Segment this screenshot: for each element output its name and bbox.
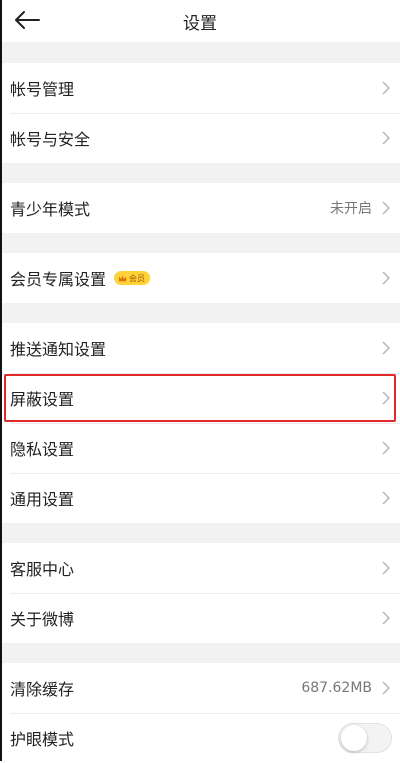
item-label: 屏蔽设置: [10, 390, 75, 409]
back-button[interactable]: [10, 6, 44, 34]
item-label: 青少年模式: [10, 200, 91, 219]
block-settings-item[interactable]: 屏蔽设置: [0, 373, 400, 423]
chevron-right-icon: [382, 561, 390, 575]
chevron-right-icon: [382, 681, 390, 695]
item-label: 通用设置: [10, 490, 75, 509]
settings-page: 设置 帐号管理 帐号与安全 青少年模式 未开启 会员专属设置 会员 推送通知设置…: [0, 0, 400, 763]
teen-mode-item[interactable]: 青少年模式 未开启: [0, 183, 400, 233]
item-label: 帐号与安全: [10, 130, 91, 149]
notification-privacy-group: 推送通知设置 屏蔽设置 隐私设置 通用设置: [0, 323, 400, 523]
cache-eyecare-group: 清除缓存 687.62MB 护眼模式: [0, 663, 400, 763]
item-label: 会员专属设置: [10, 270, 107, 289]
general-settings-item[interactable]: 通用设置: [0, 473, 400, 523]
screen-edge: [0, 0, 2, 761]
item-label: 隐私设置: [10, 440, 75, 459]
crown-icon: [118, 274, 127, 281]
page-title: 设置: [183, 13, 217, 34]
chevron-right-icon: [382, 131, 390, 145]
arrow-left-icon: [15, 11, 40, 29]
item-label: 帐号管理: [10, 80, 75, 99]
cache-size-value: 687.62MB: [301, 680, 372, 696]
chevron-right-icon: [382, 201, 390, 215]
account-management-item[interactable]: 帐号管理: [0, 63, 400, 113]
teen-mode-group: 青少年模式 未开启: [0, 183, 400, 233]
item-label: 客服中心: [10, 560, 75, 579]
chevron-right-icon: [382, 81, 390, 95]
clear-cache-item[interactable]: 清除缓存 687.62MB: [0, 663, 400, 713]
teen-mode-status: 未开启: [330, 201, 372, 217]
item-label: 关于微博: [10, 610, 75, 629]
vip-badge: 会员: [114, 271, 151, 285]
item-label: 护眼模式: [10, 730, 75, 749]
header-bar: 设置: [0, 0, 400, 42]
support-group: 客服中心 关于微博: [0, 543, 400, 643]
chevron-right-icon: [382, 391, 390, 405]
chevron-right-icon: [382, 271, 390, 285]
chevron-right-icon: [382, 491, 390, 505]
push-notification-item[interactable]: 推送通知设置: [0, 323, 400, 373]
account-security-item[interactable]: 帐号与安全: [0, 113, 400, 163]
eye-care-mode-item: 护眼模式: [0, 713, 400, 763]
vip-group: 会员专属设置 会员: [0, 253, 400, 303]
item-label: 清除缓存: [10, 680, 75, 699]
chevron-right-icon: [382, 441, 390, 455]
item-label: 推送通知设置: [10, 340, 107, 359]
eye-care-toggle[interactable]: [338, 723, 392, 753]
vip-settings-item[interactable]: 会员专属设置 会员: [0, 253, 400, 303]
vip-badge-text: 会员: [129, 273, 146, 283]
toggle-knob: [341, 725, 367, 751]
privacy-settings-item[interactable]: 隐私设置: [0, 423, 400, 473]
about-weibo-item[interactable]: 关于微博: [0, 593, 400, 643]
account-group: 帐号管理 帐号与安全: [0, 63, 400, 163]
customer-service-item[interactable]: 客服中心: [0, 543, 400, 593]
chevron-right-icon: [382, 611, 390, 625]
chevron-right-icon: [382, 341, 390, 355]
